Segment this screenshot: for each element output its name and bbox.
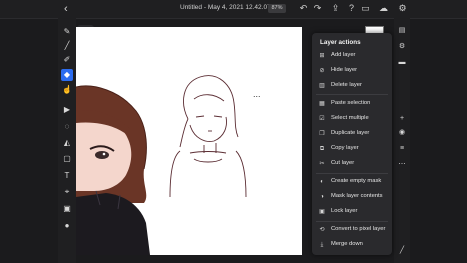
redo-icon[interactable]: ↷ [312,3,323,14]
smudge-tool-icon[interactable]: ☝ [61,84,73,96]
layer-settings-icon[interactable]: ≡ [397,144,407,154]
menu-divider [316,94,388,95]
text-tool-icon[interactable]: T [61,170,73,182]
svg-text:...: ... [253,89,261,99]
image-tool-icon[interactable]: ▣ [61,203,73,215]
move-tool-icon[interactable]: ▶ [61,104,73,116]
menu-item-create-empty-mask[interactable]: ◐ Create empty mask [318,177,390,187]
menu-item-add-layer[interactable]: ⊞ Add layer [318,51,390,61]
sketch-figure [169,75,247,198]
mask-icon: ◐ [320,179,324,185]
add-layer-rail-icon[interactable]: + [397,114,407,124]
layers-icon[interactable]: ▤ [397,26,407,36]
lock-icon: ▣ [319,209,325,215]
cloud-icon[interactable]: ☁ [378,3,389,14]
menu-item-paste-selection[interactable]: ▦ Paste selection [318,99,390,109]
back-chevron-icon[interactable]: ‹ [64,3,68,15]
menu-item-copy-layer[interactable]: ⧉ Copy layer [318,144,390,154]
menu-title: Layer actions [320,39,361,46]
convert-icon: ⟲ [319,227,325,233]
settings-icon[interactable]: ⚙ [397,3,408,14]
menu-item-merge-down[interactable]: ⤓ Merge down [318,240,390,250]
right-rail: ▤ ⚙ ▬ + ◉ ≡ ⋯ ╱ [394,18,410,263]
fill-tool-icon[interactable]: ◭ [61,137,73,149]
top-bar: ‹ Untitled - May 4, 2021 12.42.07 87% ↶ … [0,0,467,19]
trash-icon: ▥ [319,83,325,89]
comment-icon[interactable]: ▭ [360,3,371,14]
eye-off-icon: ⊘ [319,68,325,74]
menu-item-duplicate-layer[interactable]: ❐ Duplicate layer [318,129,390,139]
tool-column: ✎ ╱ ✐ ◆ ☝ ▶ ◌ ◭ ▢ T ⌖ ▣ ● [58,18,76,263]
pixel-brush-icon[interactable]: ✐ [61,54,73,66]
comments-icon[interactable]: ▬ [397,58,407,68]
undo-icon[interactable]: ↶ [298,3,309,14]
lasso-tool-icon[interactable]: ◌ [61,121,73,133]
visibility-icon[interactable]: ◉ [397,128,407,138]
properties-icon[interactable]: ⚙ [397,42,407,52]
menu-item-cut-layer[interactable]: ✂ Cut layer [318,159,390,169]
menu-item-mask-layer-contents[interactable]: ◑ Mask layer contents [318,192,390,202]
menu-item-convert-to-pixel-layer[interactable]: ⟲ Convert to pixel layer [318,225,390,235]
mask-contents-icon: ◑ [320,194,324,200]
paste-icon: ▦ [319,101,325,107]
help-icon[interactable]: ? [346,3,357,14]
more-options-icon[interactable]: ⋯ [397,160,407,170]
eraser-tool-icon[interactable]: ◆ [61,69,73,81]
menu-item-select-multiple[interactable]: ☑ Select multiple [318,114,390,124]
stylus-icon[interactable]: ╱ [397,246,407,256]
select-multiple-icon: ☑ [319,116,325,122]
artwork: ... [75,75,261,255]
duplicate-icon: ❐ [319,131,325,137]
menu-divider [316,173,388,174]
brush-tool-icon[interactable]: ╱ [61,40,73,52]
shape-tool-icon[interactable]: ▢ [61,153,73,165]
merge-down-icon: ⤓ [320,242,324,248]
menu-divider [316,221,388,222]
share-icon[interactable]: ⇪ [330,3,341,14]
menu-item-delete-layer[interactable]: ▥ Delete layer [318,81,390,91]
copy-icon: ⧉ [319,146,325,152]
layer-actions-menu: Layer actions ⊞ Add layer ⊘ Hide layer ▥… [312,33,392,255]
document-title[interactable]: Untitled - May 4, 2021 12.42.07 [180,4,271,11]
colored-figure [75,85,150,255]
color-well-icon[interactable]: ● [61,220,73,232]
zoom-indicator[interactable]: 87% [268,4,286,13]
menu-item-lock-layer[interactable]: ▣ Lock layer [318,207,390,217]
drawing-canvas[interactable]: ... [75,27,302,255]
app-window: ‹ Untitled - May 4, 2021 12.42.07 87% ↶ … [0,0,467,263]
menu-item-hide-layer[interactable]: ⊘ Hide layer [318,66,390,76]
pencil-tool-icon[interactable]: ✎ [61,26,73,38]
eyedropper-tool-icon[interactable]: ⌖ [61,186,73,198]
scissors-icon: ✂ [319,161,325,167]
plus-square-icon: ⊞ [319,53,325,59]
